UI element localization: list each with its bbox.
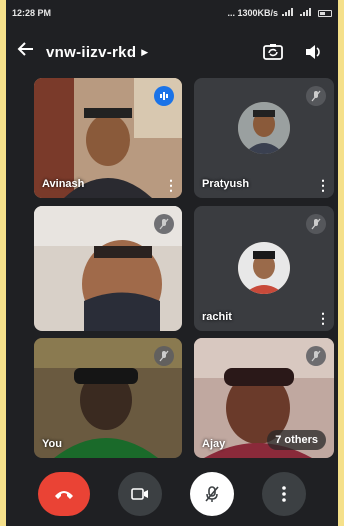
mic-off-icon bbox=[311, 218, 321, 230]
mic-muted-indicator bbox=[306, 86, 326, 106]
mic-muted-indicator bbox=[306, 346, 326, 366]
participant-grid: Avinash ⋮ Pratyush ⋮ rachit ⋮ You Ajay 7… bbox=[6, 0, 338, 526]
video-camera-icon bbox=[131, 488, 148, 500]
participant-name: Pratyush bbox=[202, 178, 250, 190]
mic-off-icon bbox=[311, 90, 321, 102]
call-controls bbox=[6, 470, 338, 518]
end-call-button[interactable] bbox=[38, 472, 90, 516]
mic-muted-indicator bbox=[154, 346, 174, 366]
others-count-button[interactable]: 7 others bbox=[267, 430, 326, 450]
mic-off-icon bbox=[205, 486, 219, 502]
meet-screen: 12:28 PM ... 1300KB/s vnw-iizv-rkd ▶ Avi… bbox=[6, 0, 338, 526]
more-vertical-icon[interactable]: ⋮ bbox=[164, 178, 178, 192]
participant-tile[interactable]: rachit ⋮ bbox=[194, 206, 334, 331]
participant-tile[interactable] bbox=[34, 206, 182, 331]
avatar bbox=[238, 102, 290, 154]
mic-off-icon bbox=[159, 218, 169, 230]
mic-muted-indicator bbox=[154, 214, 174, 234]
more-vertical-icon[interactable]: ⋮ bbox=[316, 311, 330, 325]
mic-off-icon bbox=[159, 350, 169, 362]
mic-toggle-button[interactable] bbox=[190, 472, 234, 516]
phone-hangup-icon bbox=[55, 491, 73, 499]
participant-tile[interactable]: Pratyush ⋮ bbox=[194, 78, 334, 198]
participant-tile-self[interactable]: You bbox=[34, 338, 182, 458]
more-vertical-icon bbox=[282, 486, 286, 502]
participant-name: rachit bbox=[202, 311, 232, 323]
audio-level-icon bbox=[160, 92, 168, 100]
participant-name: Ajay bbox=[202, 438, 226, 450]
avatar bbox=[238, 242, 290, 294]
speaking-indicator bbox=[154, 86, 174, 106]
camera-toggle-button[interactable] bbox=[118, 472, 162, 516]
more-options-button[interactable] bbox=[262, 472, 306, 516]
mic-muted-indicator bbox=[306, 214, 326, 234]
participant-tile[interactable]: Ajay 7 others bbox=[194, 338, 334, 458]
more-vertical-icon[interactable]: ⋮ bbox=[316, 178, 330, 192]
participant-tile[interactable]: Avinash ⋮ bbox=[34, 78, 182, 198]
participant-name: Avinash bbox=[42, 178, 85, 190]
mic-off-icon bbox=[311, 350, 321, 362]
participant-name: You bbox=[42, 438, 62, 450]
